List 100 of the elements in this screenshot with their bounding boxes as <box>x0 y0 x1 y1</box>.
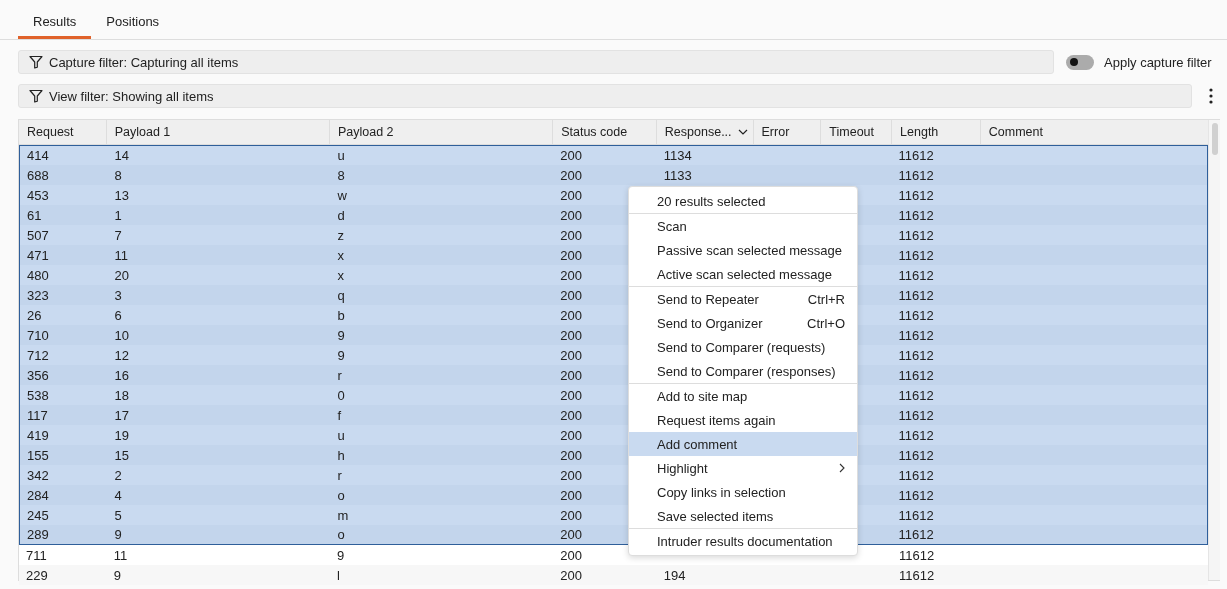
scrollbar-thumb[interactable] <box>1212 123 1218 155</box>
more-options-icon[interactable] <box>1209 88 1213 104</box>
table-cell: 229 <box>26 567 48 583</box>
table-cell: 200 <box>560 187 582 203</box>
filter-label: Capture filter: Capturing all items <box>49 54 239 70</box>
table-cell: 117 <box>27 407 48 423</box>
table-cell: o <box>337 487 345 503</box>
table-cell: 453 <box>27 187 49 203</box>
table-cell: 11612 <box>898 367 934 383</box>
table-cell: 200 <box>560 507 582 523</box>
filter-label: View filter: Showing all items <box>49 88 214 104</box>
table-cell: 7 <box>114 227 122 243</box>
table-cell: 11612 <box>899 547 935 563</box>
table-cell: 11 <box>113 547 128 563</box>
table-cell: 200 <box>560 467 582 483</box>
table-cell: 712 <box>27 347 49 363</box>
menu-item[interactable]: Active scan selected message <box>629 262 857 286</box>
table-cell: 711 <box>26 547 47 563</box>
table-cell: m <box>337 507 349 523</box>
column-header[interactable]: Length <box>892 120 981 144</box>
table-cell: 6 <box>114 307 122 323</box>
table-cell: 11612 <box>898 427 934 443</box>
table-cell: 471 <box>27 247 49 263</box>
table-cell: b <box>337 307 345 323</box>
table-cell: 11612 <box>898 247 934 263</box>
column-header[interactable]: Response... <box>656 120 754 144</box>
menu-item[interactable]: Add to site map <box>629 384 857 408</box>
table-cell: 11612 <box>898 507 934 523</box>
table-row[interactable]: 414 14 u 200 1134 11612 <box>19 145 1208 165</box>
table-cell: 11612 <box>898 227 934 243</box>
table-cell: 200 <box>560 287 582 303</box>
table-cell: 538 <box>27 387 49 403</box>
table-cell: 200 <box>560 447 582 463</box>
table-cell: 16 <box>114 367 130 383</box>
table-cell: u <box>337 427 345 443</box>
filter-icon <box>29 55 43 69</box>
table-cell: 5 <box>114 507 122 523</box>
table-cell: 200 <box>560 307 582 323</box>
table-cell: d <box>337 207 345 223</box>
column-header[interactable]: Payload 2 <box>329 120 554 144</box>
table-cell: 14 <box>114 148 130 163</box>
table-cell: 200 <box>560 227 582 243</box>
table-cell: 26 <box>27 307 42 323</box>
table-cell: 1133 <box>663 167 692 183</box>
table-cell: 200 <box>560 387 582 403</box>
table-cell: 200 <box>560 347 582 363</box>
table-cell: 11612 <box>898 187 934 203</box>
table-cell: 245 <box>27 507 49 523</box>
column-header[interactable]: Request <box>19 120 107 144</box>
table-cell: 11612 <box>898 327 934 343</box>
table-cell: 8 <box>114 167 122 183</box>
table-cell: 20 <box>114 267 130 283</box>
view-filter-bar[interactable]: View filter: Showing all items <box>18 84 1192 108</box>
table-cell: 1134 <box>663 148 692 163</box>
table-cell: 19 <box>114 427 130 443</box>
table-cell: 11612 <box>898 387 934 403</box>
table-cell: 12 <box>114 347 130 363</box>
table-cell: 17 <box>114 407 130 423</box>
table-cell: 11612 <box>898 207 934 223</box>
table-cell: 200 <box>560 367 582 383</box>
table-row[interactable]: 688 8 8 200 1133 11612 <box>19 165 1208 185</box>
column-header[interactable]: Comment <box>980 120 1208 144</box>
tab[interactable]: Positions <box>91 0 175 39</box>
table-cell: q <box>337 287 345 303</box>
table-cell: 200 <box>560 167 582 183</box>
table-cell: 9 <box>336 547 345 563</box>
table-cell: 200 <box>560 267 582 283</box>
table-cell: 200 <box>560 567 582 583</box>
table-cell: 11612 <box>898 487 934 503</box>
table-cell: 11612 <box>898 447 934 463</box>
toggle-label: Apply capture filter <box>1104 54 1212 70</box>
table-cell: 61 <box>27 207 42 223</box>
column-header[interactable]: Error <box>753 120 822 144</box>
table-cell: 200 <box>560 487 582 503</box>
column-header[interactable]: Timeout <box>821 120 893 144</box>
table-cell: 11612 <box>898 167 934 183</box>
table-cell: 155 <box>27 447 49 463</box>
column-header[interactable]: Status code <box>553 120 657 144</box>
table-cell: 11612 <box>898 407 934 423</box>
toggle-switch[interactable] <box>1066 54 1094 70</box>
tab[interactable]: Results <box>18 0 92 39</box>
menu-item[interactable]: Save selected items <box>629 504 857 528</box>
table-cell: 1 <box>114 207 122 223</box>
table-cell: r <box>337 367 342 383</box>
table-cell: 11612 <box>898 527 934 542</box>
table-cell: 323 <box>27 287 49 303</box>
menu-item[interactable]: Add comment <box>629 432 857 456</box>
table-cell: 11612 <box>898 347 934 363</box>
filter-icon <box>29 89 43 103</box>
table-cell: 284 <box>27 487 49 503</box>
column-header[interactable]: Payload 1 <box>106 120 330 144</box>
table-cell: o <box>337 527 345 542</box>
table-cell: r <box>337 467 342 483</box>
table-cell: 11612 <box>898 287 934 303</box>
table-cell: l <box>336 567 340 583</box>
table-cell: 200 <box>560 547 582 563</box>
table-cell: 200 <box>560 207 582 223</box>
capture-filter-bar[interactable]: Capture filter: Capturing all items <box>18 50 1054 74</box>
table-cell: 2 <box>114 467 122 483</box>
table-cell: 9 <box>113 567 121 583</box>
